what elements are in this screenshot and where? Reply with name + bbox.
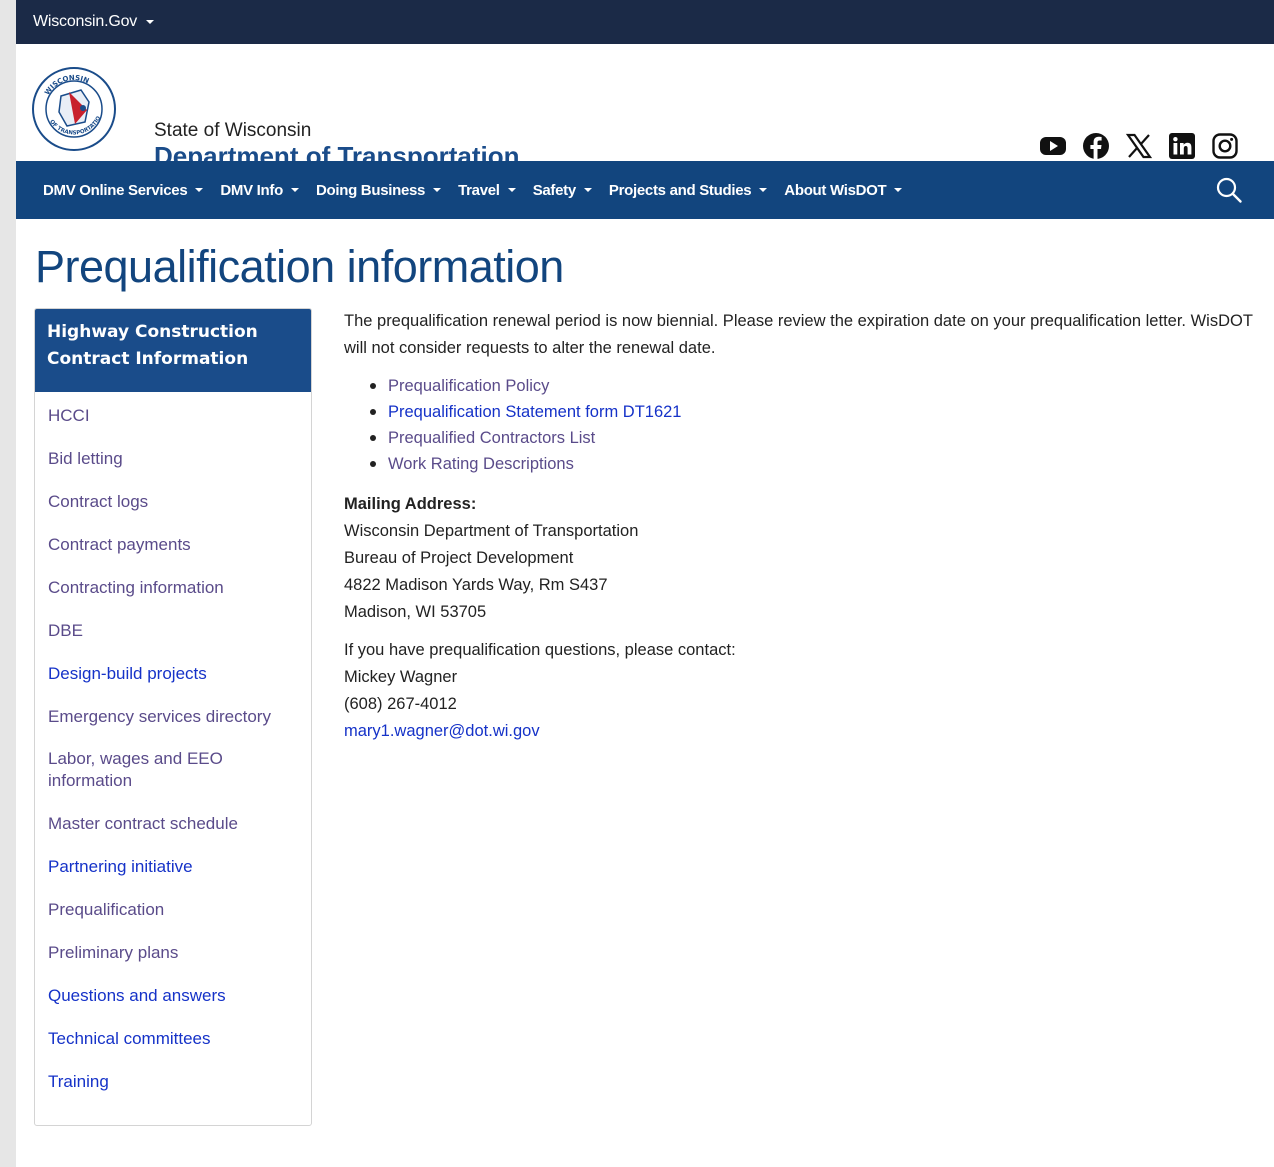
nav-dmv-info[interactable]: DMV Info: [220, 182, 299, 199]
nav-label: Travel: [458, 181, 500, 199]
link-work-rating-descriptions[interactable]: Work Rating Descriptions: [388, 451, 574, 477]
mailing-address-heading: Mailing Address:: [344, 495, 477, 513]
contact-intro: If you have prequalification questions, …: [344, 641, 736, 659]
youtube-icon[interactable]: [1039, 132, 1067, 160]
link-prequalification-policy[interactable]: Prequalification Policy: [388, 373, 549, 399]
sidebar-item-hcci[interactable]: HCCI: [35, 394, 311, 437]
wisdot-seal-logo[interactable]: WISCONSIN OF TRANSPORTATION: [31, 66, 117, 152]
address-line: 4822 Madison Yards Way, Rm S437: [344, 576, 608, 594]
sidebar-item-contract-logs[interactable]: Contract logs: [35, 480, 311, 523]
wisconsin-gov-dropdown[interactable]: Wisconsin.Gov: [33, 13, 155, 31]
nav-label: About WisDOT: [784, 181, 887, 199]
linkedin-icon[interactable]: [1168, 132, 1196, 160]
sidebar-item-bid-letting[interactable]: Bid letting: [35, 437, 311, 480]
contact-phone: (608) 267-4012: [344, 695, 457, 713]
link-prequalification-statement-form[interactable]: Prequalification Statement form DT1621: [388, 399, 681, 425]
nav-doing-business[interactable]: Doing Business: [315, 181, 442, 199]
sidebar-item-labor-wages-eeo[interactable]: Labor, wages and EEO information: [35, 738, 311, 802]
caret-down-icon: [290, 188, 299, 192]
intro-text: The prequalification renewal period is n…: [344, 312, 1253, 357]
sidebar-item-training[interactable]: Training: [35, 1060, 311, 1103]
sidebar-item-master-contract-schedule[interactable]: Master contract schedule: [35, 802, 311, 845]
caret-down-icon: [894, 188, 903, 192]
sidebar-item-questions-and-answers[interactable]: Questions and answers: [35, 974, 311, 1017]
main-content: The prequalification renewal period is n…: [344, 308, 1254, 756]
list-item: Prequalification Statement form DT1621: [370, 399, 1254, 425]
nav-about-wisdot[interactable]: About WisDOT: [784, 181, 903, 199]
link-prequalified-contractors-list[interactable]: Prequalified Contractors List: [388, 425, 595, 451]
site-header: WISCONSIN OF TRANSPORTATION State of Wis…: [16, 44, 1274, 171]
caret-down-icon: [507, 188, 516, 192]
nav-travel[interactable]: Travel: [458, 182, 516, 199]
main-navigation: DMV Online Services DMV Info Doing Busin…: [16, 161, 1274, 219]
resource-links: Prequalification Policy Prequalification…: [370, 373, 1254, 477]
caret-down-icon: [759, 188, 768, 192]
sidebar-item-prequalification[interactable]: Prequalification: [35, 888, 311, 931]
caret-down-icon: [583, 188, 592, 192]
sidebar-item-dbe[interactable]: DBE: [35, 609, 311, 652]
contact-email-link[interactable]: mary1.wagner@dot.wi.gov: [344, 722, 540, 740]
nav-projects-and-studies[interactable]: Projects and Studies: [608, 181, 768, 199]
nav-label: DMV Online Services: [43, 181, 188, 199]
caret-down-icon: [433, 188, 442, 192]
sidebar-list: HCCI Bid letting Contract logs Contract …: [35, 392, 311, 1103]
contact-name: Mickey Wagner: [344, 668, 458, 686]
sidebar-heading[interactable]: Highway Construction Contract Informatio…: [35, 309, 311, 392]
sidebar: Highway Construction Contract Informatio…: [34, 308, 312, 1126]
wisconsin-gov-label: Wisconsin.Gov: [33, 13, 138, 30]
sidebar-item-design-build-projects[interactable]: Design-build projects: [35, 652, 311, 695]
sidebar-item-contract-payments[interactable]: Contract payments: [35, 523, 311, 566]
address-line: Wisconsin Department of Transportation: [344, 522, 639, 540]
nav-label: Doing Business: [315, 181, 426, 199]
facebook-icon[interactable]: [1082, 132, 1110, 160]
nav-label: DMV Info: [220, 181, 283, 199]
page: Wisconsin.Gov WISCONSIN OF TRANSPORTATIO…: [16, 0, 1274, 1167]
list-item: Work Rating Descriptions: [370, 451, 1254, 477]
contact-info: If you have prequalification questions, …: [344, 637, 1254, 745]
instagram-icon[interactable]: [1211, 132, 1239, 160]
list-item: Prequalification Policy: [370, 373, 1254, 399]
sidebar-item-technical-committees[interactable]: Technical committees: [35, 1017, 311, 1060]
sidebar-item-emergency-services-directory[interactable]: Emergency services directory: [35, 695, 311, 738]
sidebar-item-preliminary-plans[interactable]: Preliminary plans: [35, 931, 311, 974]
mailing-address: Mailing Address: Wisconsin Department of…: [344, 491, 1254, 626]
list-item: Prequalified Contractors List: [370, 425, 1254, 451]
nav-label: Safety: [532, 181, 577, 199]
nav-dmv-online-services[interactable]: DMV Online Services: [43, 181, 204, 199]
search-icon[interactable]: [1214, 175, 1244, 205]
page-title: Prequalification information: [35, 241, 564, 292]
sidebar-item-contracting-information[interactable]: Contracting information: [35, 566, 311, 609]
state-name: State of Wisconsin: [154, 120, 312, 141]
caret-down-icon: [195, 188, 204, 192]
x-icon[interactable]: [1125, 132, 1153, 160]
address-line: Madison, WI 53705: [344, 603, 487, 621]
caret-down-icon: [146, 20, 155, 24]
nav-safety[interactable]: Safety: [533, 182, 592, 199]
sidebar-item-partnering-initiative[interactable]: Partnering initiative: [35, 845, 311, 888]
address-line: Bureau of Project Development: [344, 549, 574, 567]
social-links: [1039, 132, 1239, 160]
nav-label: Projects and Studies: [608, 181, 752, 199]
top-bar: Wisconsin.Gov: [16, 0, 1274, 44]
